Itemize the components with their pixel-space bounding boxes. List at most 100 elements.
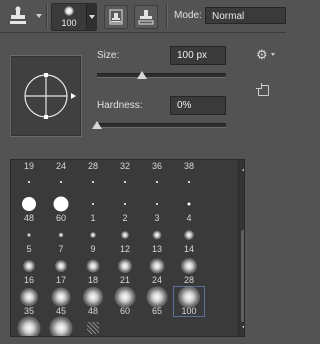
brush-tip-thumbnail bbox=[28, 181, 30, 183]
brush-preset-size-label: 45 bbox=[55, 306, 66, 316]
brush-preset-size-label: 17 bbox=[55, 275, 66, 285]
brush-preset-picker[interactable]: 100 bbox=[51, 3, 97, 31]
brush-tip-thumbnail bbox=[51, 287, 71, 307]
brush-panel-toggle-button[interactable] bbox=[134, 5, 158, 29]
brush-preset-panel: Size: 100 px Hardness: 0% ⚙ 19 24 28 32 36 38… bbox=[0, 33, 286, 344]
brush-preset-size-label: 9 bbox=[90, 244, 96, 254]
brush-preset-item[interactable]: 4 bbox=[173, 193, 205, 224]
brush-tip-thumbnail bbox=[146, 286, 168, 308]
brush-preset-size-label: 21 bbox=[119, 275, 130, 285]
brush-tip-thumbnail bbox=[23, 260, 35, 272]
brush-preset-size-label: 38 bbox=[183, 161, 194, 171]
brush-preset-item[interactable]: 294 bbox=[77, 317, 109, 336]
brush-preset-item[interactable]: 65 bbox=[141, 286, 173, 317]
brush-preset-size-label: 48 bbox=[87, 306, 98, 316]
brush-preset-item[interactable]: 12 bbox=[109, 224, 141, 255]
brush-preset-item[interactable]: 48 bbox=[77, 286, 109, 317]
brush-tip-thumbnail bbox=[187, 202, 191, 206]
brush-preset-size-label: 1 bbox=[90, 213, 96, 223]
gear-icon[interactable]: ⚙ bbox=[256, 47, 268, 63]
brush-preset-item[interactable]: 24 bbox=[45, 161, 77, 193]
brush-tip-thumbnail bbox=[118, 259, 132, 273]
scroll-up-arrow-icon[interactable] bbox=[242, 167, 244, 171]
brush-preset-size-label: 60 bbox=[119, 306, 130, 316]
brush-preset-item[interactable]: 48 bbox=[13, 193, 45, 224]
hardness-field[interactable]: 0% bbox=[170, 96, 226, 115]
brush-preset-size-label: 100 bbox=[181, 306, 197, 316]
brush-tip-thumbnail bbox=[92, 203, 94, 205]
brush-preset-item[interactable]: 60 bbox=[109, 286, 141, 317]
brush-preset-item[interactable]: 16 bbox=[13, 255, 45, 286]
brush-preset-size-label: 16 bbox=[23, 275, 34, 285]
brush-tip-thumbnail bbox=[156, 203, 158, 205]
hardness-slider[interactable] bbox=[97, 123, 226, 128]
chevron-down-icon[interactable] bbox=[86, 4, 97, 30]
brush-preset-size-label: 18 bbox=[87, 275, 98, 285]
brush-preset-item[interactable]: 9 bbox=[77, 224, 109, 255]
brush-preset-list: 19 24 28 32 36 38 48 60 1 2 3 4 5 7 9 12 13 14 16 17 18 21 24 2… bbox=[10, 159, 245, 337]
brush-tip-thumbnail bbox=[86, 259, 100, 273]
brush-preset-size-label: 12 bbox=[119, 244, 130, 254]
brush-preset-item[interactable]: 35 bbox=[13, 286, 45, 317]
brush-preset-item[interactable]: 14 bbox=[173, 224, 205, 255]
texture-brush-thumbnail bbox=[87, 322, 99, 334]
brush-tip-thumbnail bbox=[181, 258, 197, 274]
brush-tip-thumbnail bbox=[20, 288, 38, 306]
brush-preset-size-label: 28 bbox=[87, 161, 98, 171]
brush-tip-thumbnail bbox=[92, 181, 94, 183]
brush-preset-item[interactable]: 13 bbox=[141, 224, 173, 255]
brush-preset-item[interactable]: 18 bbox=[77, 255, 109, 286]
brush-preset-item[interactable]: 24 bbox=[141, 255, 173, 286]
clone-source-icon bbox=[109, 9, 123, 25]
brush-preset-item[interactable]: 21 bbox=[109, 255, 141, 286]
brush-preset-size-label: 24 bbox=[55, 161, 66, 171]
brush-preset-item[interactable]: 17 bbox=[45, 255, 77, 286]
hardness-label: Hardness: bbox=[97, 100, 143, 111]
divider bbox=[166, 4, 167, 28]
brush-tip-thumbnail bbox=[124, 203, 126, 205]
brush-preset-item[interactable]: 100 bbox=[173, 286, 205, 317]
brush-preset-item[interactable]: 45 bbox=[45, 286, 77, 317]
tool-preset-picker[interactable] bbox=[6, 5, 42, 27]
brush-preset-item[interactable]: 19 bbox=[13, 161, 45, 193]
brush-tip-thumbnail bbox=[49, 316, 73, 336]
brush-preset-item[interactable]: 300 bbox=[13, 316, 45, 336]
size-field[interactable]: 100 px bbox=[170, 46, 226, 65]
brush-preset-item[interactable]: 38 bbox=[173, 161, 205, 193]
brush-preset-item[interactable]: 28 bbox=[77, 161, 109, 193]
hardness-slider-handle[interactable] bbox=[92, 121, 102, 129]
new-preset-icon[interactable] bbox=[256, 83, 269, 96]
brush-preset-item[interactable]: 5 bbox=[13, 224, 45, 255]
blend-mode-select[interactable]: Normal bbox=[205, 7, 286, 24]
options-bar: 100 Mode: Normal bbox=[0, 0, 286, 33]
scrollbar[interactable] bbox=[238, 160, 244, 336]
mode-label: Mode: bbox=[174, 10, 202, 21]
brush-preset-item[interactable]: 1 bbox=[77, 193, 109, 224]
brush-tip-thumbnail bbox=[90, 232, 96, 238]
brush-preset-size-label: 28 bbox=[183, 275, 194, 285]
brush-tip-thumbnail bbox=[27, 233, 31, 237]
brush-preset-item[interactable]: 32 bbox=[109, 161, 141, 193]
brush-tip-thumbnail bbox=[121, 231, 129, 239]
brush-tip-thumbnail bbox=[184, 230, 194, 240]
brush-tip-thumbnail bbox=[83, 287, 103, 307]
brush-preset-item[interactable]: 7 bbox=[45, 224, 77, 255]
size-slider-handle[interactable] bbox=[137, 71, 148, 79]
brush-preset-item[interactable]: 2 bbox=[109, 193, 141, 224]
brush-preset-size-label: 35 bbox=[23, 306, 34, 316]
brush-preset-size-label: 65 bbox=[151, 306, 162, 316]
brush-preset-item[interactable]: 3 bbox=[141, 193, 173, 224]
clone-source-panel-button[interactable] bbox=[104, 5, 128, 29]
brush-preset-item[interactable]: 36 bbox=[141, 161, 173, 193]
brush-preset-item[interactable]: 500 bbox=[45, 316, 77, 336]
brush-preset-size-label: 32 bbox=[119, 161, 130, 171]
brush-preset-size-label: 13 bbox=[151, 244, 162, 254]
brush-tip-angle-preview[interactable] bbox=[10, 55, 82, 137]
scroll-down-arrow-icon[interactable] bbox=[242, 326, 244, 330]
size-slider[interactable] bbox=[97, 73, 226, 78]
brush-preset-item[interactable]: 60 bbox=[45, 193, 77, 224]
scroll-thumb[interactable] bbox=[241, 230, 244, 322]
brush-preset-item[interactable]: 28 bbox=[173, 255, 205, 286]
brush-tip-thumbnail bbox=[60, 181, 62, 183]
clone-stamp-icon bbox=[10, 6, 26, 24]
